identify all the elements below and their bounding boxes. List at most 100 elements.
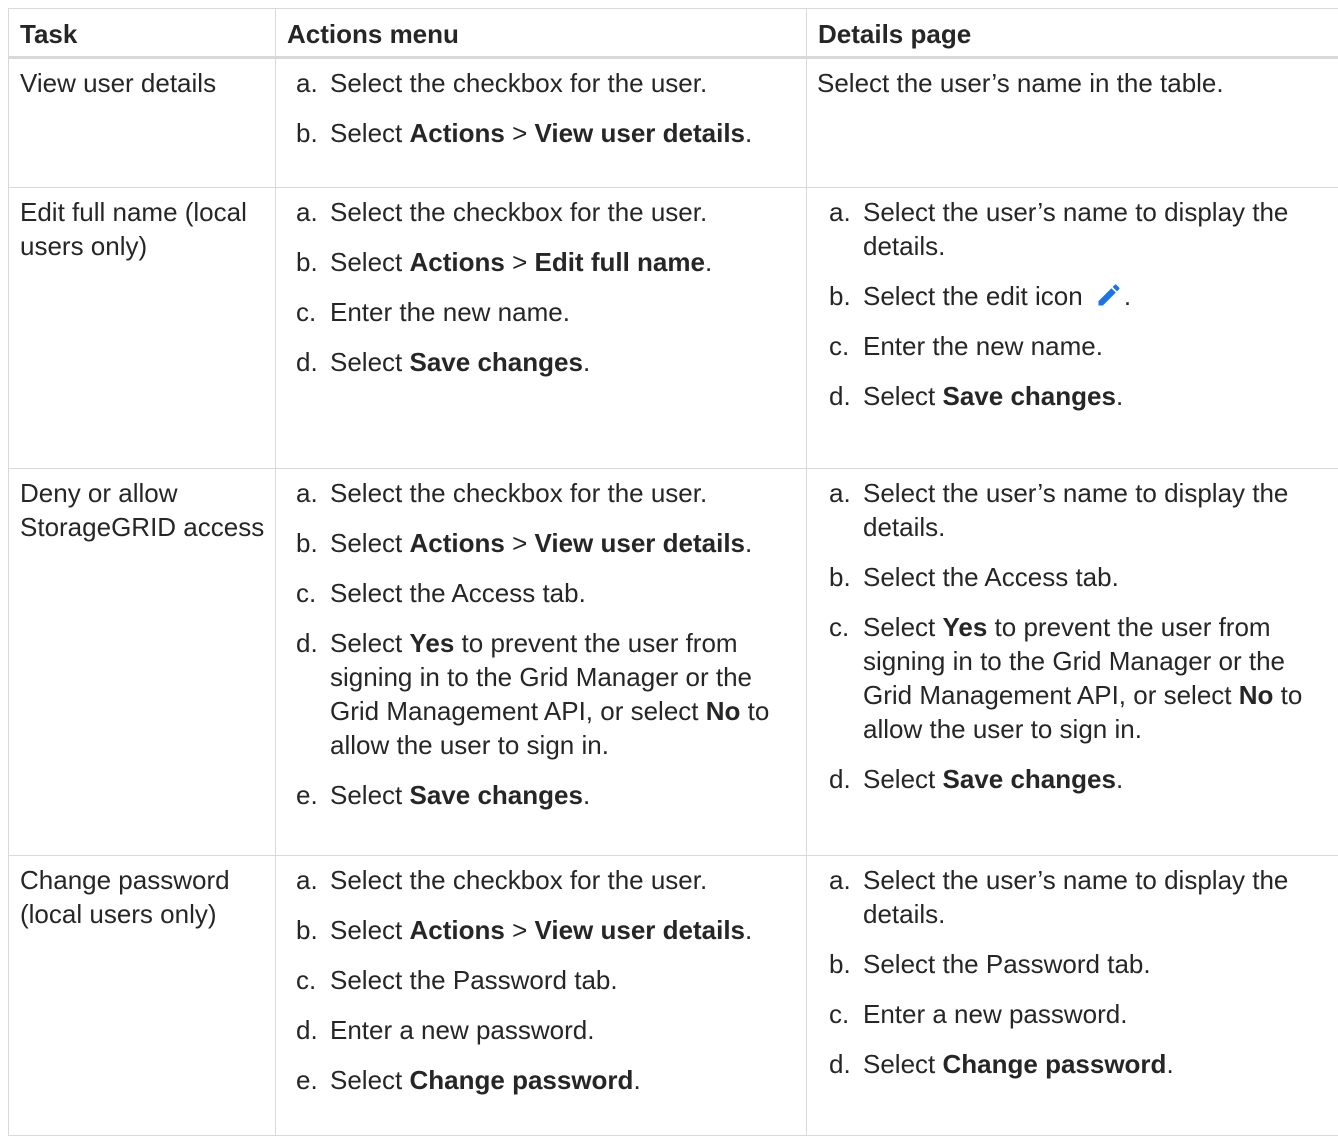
step-text: Select [330,528,410,558]
step-text: Select [330,347,410,377]
step-item: a.Select the checkbox for the user. [330,66,796,100]
step-text: Select the Access tab. [330,578,586,608]
step-marker: d. [829,1047,859,1081]
table-row: View user details a.Select the checkbox … [9,58,1338,188]
step-bold-text: Yes [410,628,455,658]
header-details-page: Details page [807,9,1338,58]
step-marker: a. [829,863,859,897]
step-marker: d. [829,762,859,796]
step-text: Select [330,780,410,810]
step-item: c.Enter the new name. [330,295,796,329]
step-text: Enter the new name. [863,331,1103,361]
step-text: Select the checkbox for the user. [330,865,707,895]
step-bold-text: Actions [410,118,505,148]
step-text: > [505,915,535,945]
step-marker: b. [829,279,859,313]
step-text: Enter the new name. [330,297,570,327]
edit-pencil-icon [1094,281,1124,309]
step-bold-text: Save changes [410,780,583,810]
table-row: Change password (local users only) a.Sel… [9,856,1338,1136]
steps-list: a.Select the checkbox for the user.b.Sel… [286,476,796,812]
step-marker: d. [296,626,326,660]
steps-list: a.Select the checkbox for the user.b.Sel… [286,195,796,379]
step-marker: b. [296,245,326,279]
steps-list: a.Select the user’s name to display the … [817,476,1328,796]
header-task: Task [9,9,276,58]
details-cell: a.Select the user’s name to display the … [807,856,1338,1136]
step-text: . [1166,1049,1173,1079]
step-item: b.Select the Password tab. [863,947,1328,981]
steps-list: a.Select the checkbox for the user.b.Sel… [286,863,796,1097]
step-item: a.Select the checkbox for the user. [330,195,796,229]
step-text: > [505,247,535,277]
step-marker: e. [296,778,326,812]
table-row: Deny or allow StorageGRID access a.Selec… [9,469,1338,856]
step-marker: a. [829,476,859,510]
step-item: c.Enter a new password. [863,997,1328,1031]
step-marker: a. [296,476,326,510]
step-item: c.Select Yes to prevent the user from si… [863,610,1328,746]
step-text: Select the checkbox for the user. [330,478,707,508]
step-item: c.Select the Password tab. [330,963,796,997]
step-text: . [745,915,752,945]
step-bold-text: Save changes [943,764,1116,794]
step-marker: d. [296,1013,326,1047]
step-text: Select [863,1049,943,1079]
step-text: Select [330,1065,410,1095]
step-bold-text: Actions [410,247,505,277]
details-cell: a.Select the user’s name to display the … [807,469,1338,856]
step-bold-text: Actions [410,915,505,945]
steps-list: a.Select the user’s name to display the … [817,863,1328,1081]
step-text: . [705,247,712,277]
actions-cell: a.Select the checkbox for the user.b.Sel… [276,469,807,856]
task-cell: Change password (local users only) [9,856,276,1136]
step-text: Select the user’s name to display the de… [863,197,1288,261]
step-bold-text: Actions [410,528,505,558]
step-item: b.Select Actions > View user details. [330,116,796,150]
step-marker: d. [829,379,859,413]
details-cell: Select the user’s name in the table. [807,58,1338,188]
step-text: . [583,780,590,810]
step-item: d.Select Yes to prevent the user from si… [330,626,796,762]
step-text: Select [330,118,410,148]
step-text: Enter a new password. [863,999,1127,1029]
step-marker: b. [829,560,859,594]
step-marker: b. [296,913,326,947]
step-text: Select [330,915,410,945]
details-cell: a.Select the user’s name to display the … [807,188,1338,469]
step-bold-text: Yes [943,612,988,642]
task-cell: Edit full name (local users only) [9,188,276,469]
step-item: a.Select the user’s name to display the … [863,863,1328,931]
step-bold-text: Change password [943,1049,1167,1079]
step-text: . [745,118,752,148]
table-row: Edit full name (local users only) a.Sele… [9,188,1338,469]
step-text: Select the edit icon [863,281,1090,311]
step-marker: b. [296,526,326,560]
step-item: b.Select the Access tab. [863,560,1328,594]
step-bold-text: View user details [534,915,745,945]
step-marker: c. [296,576,326,610]
step-marker: c. [829,329,859,363]
steps-list: a.Select the checkbox for the user.b.Sel… [286,66,796,150]
step-marker: a. [296,195,326,229]
step-item: c.Enter the new name. [863,329,1328,363]
step-text: . [1116,381,1123,411]
actions-cell: a.Select the checkbox for the user.b.Sel… [276,856,807,1136]
step-marker: a. [296,66,326,100]
step-text: Select [863,381,943,411]
step-text: Select [330,247,410,277]
step-text: . [1124,281,1131,311]
step-item: b.Select Actions > View user details. [330,526,796,560]
step-item: a.Select the user’s name to display the … [863,195,1328,263]
step-item: e.Select Save changes. [330,778,796,812]
step-text: Enter a new password. [330,1015,594,1045]
step-marker: e. [296,1063,326,1097]
step-text: . [633,1065,640,1095]
step-text: . [745,528,752,558]
step-bold-text: View user details [534,528,745,558]
step-text: Select the Password tab. [863,949,1151,979]
step-marker: c. [829,610,859,644]
step-text: . [1116,764,1123,794]
step-item: a.Select the checkbox for the user. [330,863,796,897]
step-text: Select the checkbox for the user. [330,68,707,98]
